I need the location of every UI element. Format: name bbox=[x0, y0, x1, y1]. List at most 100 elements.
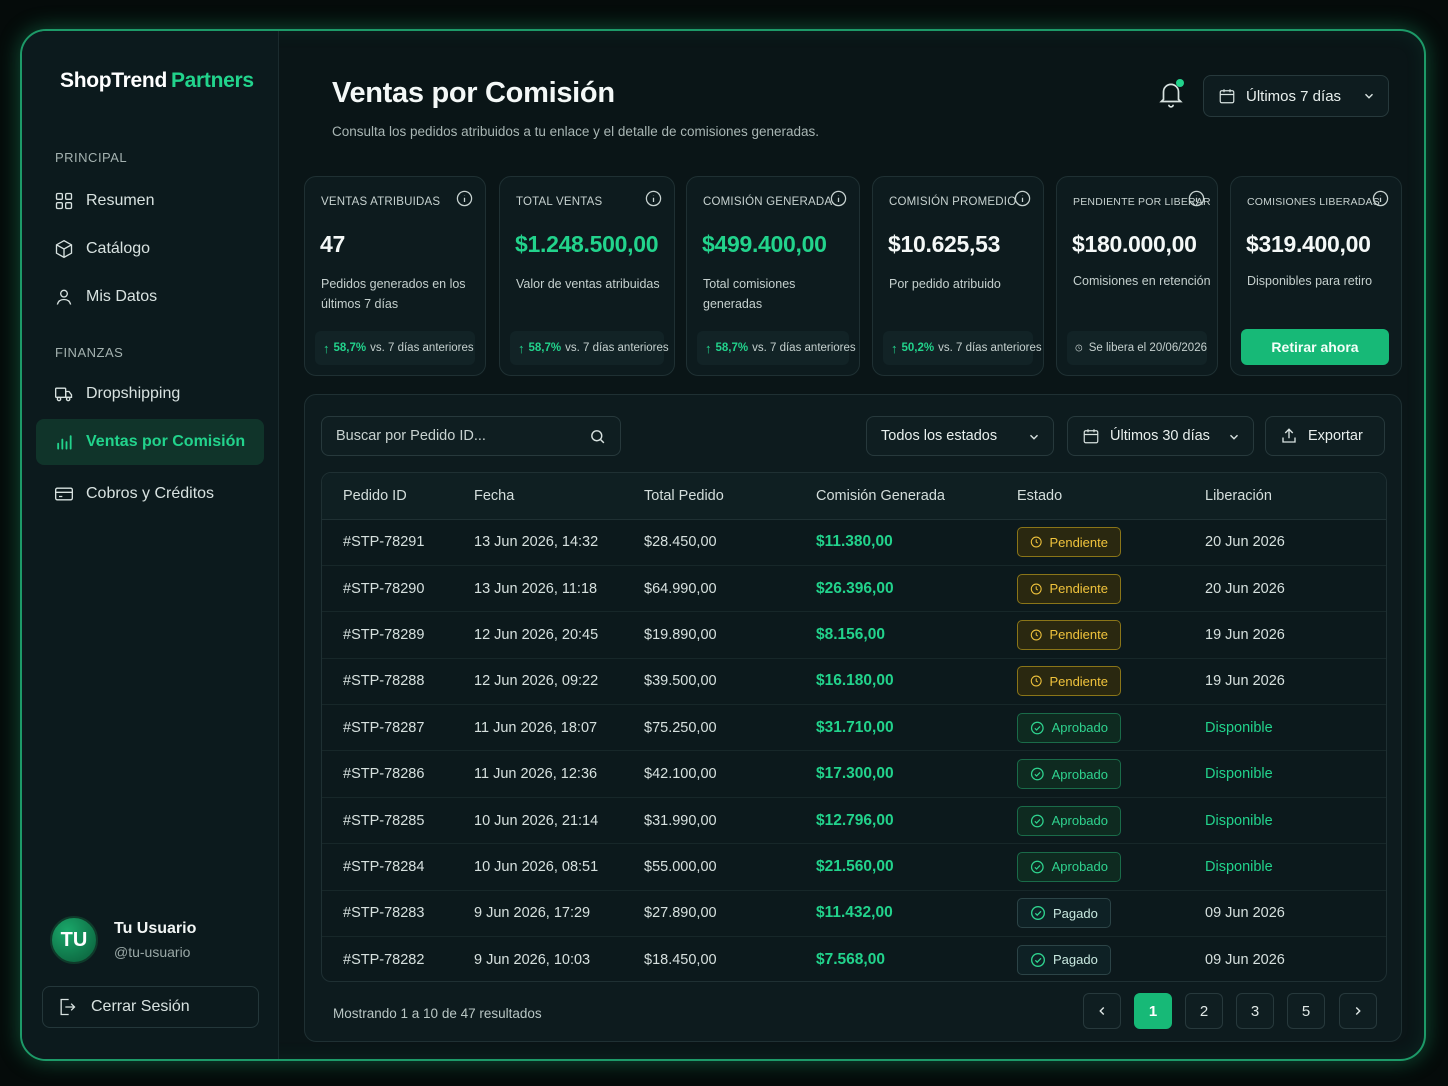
column-header-fecha[interactable]: Fecha bbox=[474, 473, 644, 520]
kpi-description: Comisiones en retención bbox=[1073, 274, 1211, 288]
logout-label: Cerrar Sesión bbox=[91, 998, 190, 1015]
order-id[interactable]: #STP-78283 bbox=[322, 890, 474, 938]
info-icon[interactable] bbox=[645, 190, 662, 207]
table-row[interactable]: #STP-78287 11 Jun 2026, 18:07 $75.250,00 $3… bbox=[322, 704, 1386, 752]
notifications-button[interactable] bbox=[1158, 79, 1186, 111]
kpi-description: Por pedido atribuido bbox=[889, 277, 1001, 291]
table-row[interactable]: #STP-78291 13 Jun 2026, 14:32 $28.450,00 $1… bbox=[322, 519, 1386, 566]
table-row[interactable]: #STP-78286 11 Jun 2026, 12:36 $42.100,00 $1… bbox=[322, 750, 1386, 798]
pagination-prev-button[interactable] bbox=[1083, 993, 1121, 1029]
info-icon[interactable] bbox=[1372, 190, 1389, 207]
sidebar-item-resumen[interactable]: Resumen bbox=[36, 178, 264, 224]
kpi-card-comision-promedio: COMISIÓN PROMEDIO $10.625,53 Por pedido … bbox=[872, 176, 1044, 376]
check-circle-icon bbox=[1030, 767, 1044, 781]
logout-button[interactable]: Cerrar Sesión bbox=[42, 986, 259, 1028]
range-filter-select[interactable]: Últimos 30 días bbox=[1067, 416, 1254, 456]
order-status-cell: Aprobado bbox=[1017, 750, 1205, 798]
order-id[interactable]: #STP-78287 bbox=[322, 704, 474, 752]
clock-icon bbox=[1030, 629, 1042, 641]
bar-chart-icon bbox=[57, 435, 72, 450]
order-commission: $21.560,00 bbox=[816, 843, 1017, 891]
order-release: Disponible bbox=[1205, 797, 1386, 845]
order-id[interactable]: #STP-78285 bbox=[322, 797, 474, 845]
sidebar-item-mis-datos[interactable]: Mis Datos bbox=[36, 274, 264, 320]
order-id[interactable]: #STP-78290 bbox=[322, 565, 474, 613]
order-commission: $8.156,00 bbox=[816, 611, 1017, 659]
column-header-estado[interactable]: Estado bbox=[1017, 473, 1205, 520]
table-row[interactable]: #STP-78283 9 Jun 2026, 17:29 $27.890,00 $11… bbox=[322, 890, 1386, 938]
section-label-principal: PRINCIPAL bbox=[55, 150, 128, 165]
order-date: 12 Jun 2026, 20:45 bbox=[474, 611, 644, 659]
order-release: Disponible bbox=[1205, 843, 1386, 891]
order-id[interactable]: #STP-78288 bbox=[322, 658, 474, 706]
chevron-down-icon bbox=[1230, 434, 1238, 440]
table-row[interactable]: #STP-78289 12 Jun 2026, 20:45 $19.890,00 $8… bbox=[322, 611, 1386, 659]
column-header-pedido-id[interactable]: Pedido ID bbox=[322, 473, 474, 520]
order-release: 09 Jun 2026 bbox=[1205, 951, 1285, 968]
status-filter-select[interactable]: Todos los estados bbox=[866, 416, 1054, 456]
column-header-comision-generada[interactable]: Comisión Generada bbox=[816, 473, 1017, 520]
kpi-card-total-ventas: TOTAL VENTAS $1.248.500,00 Valor de vent… bbox=[499, 176, 675, 376]
pagination-page-1[interactable]: 1 bbox=[1134, 993, 1172, 1029]
sidebar-item-cobros-y-creditos[interactable]: Cobros y Créditos bbox=[36, 471, 264, 517]
order-status-cell: Pendiente bbox=[1017, 565, 1205, 613]
order-id[interactable]: #STP-78284 bbox=[322, 843, 474, 891]
table-row[interactable]: #STP-78288 12 Jun 2026, 09:22 $39.500,00 $1… bbox=[322, 658, 1386, 706]
brand-name: ShopTrend bbox=[60, 69, 167, 92]
pagination-next-button[interactable] bbox=[1339, 993, 1377, 1029]
table-row[interactable]: #STP-78290 13 Jun 2026, 11:18 $64.990,00 $2… bbox=[322, 565, 1386, 613]
status-label: Pendiente bbox=[1049, 673, 1108, 689]
kpi-label: COMISIONES LIBERADAS bbox=[1247, 196, 1380, 208]
withdraw-button[interactable]: Retirar ahora bbox=[1241, 329, 1389, 365]
info-icon[interactable] bbox=[456, 190, 473, 207]
table-row[interactable]: #STP-78285 10 Jun 2026, 21:14 $31.990,00 $1… bbox=[322, 797, 1386, 845]
search-input[interactable] bbox=[336, 428, 576, 444]
order-release: 09 Jun 2026 bbox=[1205, 890, 1386, 938]
pagination-page-2[interactable]: 2 bbox=[1185, 993, 1223, 1029]
brand-logo[interactable]: ShopTrend Partners bbox=[60, 69, 254, 93]
status-badge: Pendiente bbox=[1017, 573, 1121, 604]
kpi-label: COMISIÓN PROMEDIO bbox=[889, 196, 1017, 208]
sidebar-item-dropshipping[interactable]: Dropshipping bbox=[36, 371, 264, 417]
kpi-change-text: vs. 7 días anteriores bbox=[370, 342, 474, 354]
order-id[interactable]: #STP-78289 bbox=[322, 611, 474, 659]
kpi-card-comision-generada: COMISIÓN GENERADA $499.400,00 Total comi… bbox=[686, 176, 860, 376]
date-range-select[interactable]: Últimos 7 días bbox=[1203, 75, 1389, 117]
order-status-cell: Pendiente bbox=[1017, 611, 1205, 659]
kpi-label: COMISIÓN GENERADA bbox=[703, 196, 833, 208]
column-header-total-pedido[interactable]: Total Pedido bbox=[644, 473, 816, 520]
user-profile[interactable]: TU Tu Usuario @tu-usuario bbox=[50, 916, 196, 964]
order-id[interactable]: #STP-78291 bbox=[322, 519, 474, 566]
order-total: $55.000,00 bbox=[644, 843, 816, 891]
date-range-label: Últimos 7 días bbox=[1246, 87, 1342, 105]
table-row[interactable]: #STP-78284 10 Jun 2026, 08:51 $55.000,00 $2… bbox=[322, 843, 1386, 891]
sidebar-item-catalogo[interactable]: Catálogo bbox=[36, 226, 264, 272]
order-release: Disponible bbox=[1205, 704, 1386, 752]
order-id[interactable]: #STP-78282 bbox=[322, 937, 474, 981]
user-handle: @tu-usuario bbox=[114, 944, 191, 960]
info-icon[interactable] bbox=[830, 190, 847, 207]
kpi-label: VENTAS ATRIBUIDAS bbox=[321, 196, 441, 208]
status-badge: Aprobado bbox=[1017, 851, 1121, 882]
pagination-page-5[interactable]: 5 bbox=[1287, 993, 1325, 1029]
kpi-change-text: vs. 7 días anteriores bbox=[752, 342, 856, 354]
kpi-description: Total comisiones generadas bbox=[703, 277, 796, 311]
sidebar-item-ventas-por-comision[interactable]: Ventas por Comisión bbox=[36, 419, 264, 465]
status-label: Pendiente bbox=[1049, 581, 1108, 597]
order-status-cell: Pendiente bbox=[1017, 658, 1205, 706]
order-id[interactable]: #STP-78286 bbox=[322, 750, 474, 798]
column-header-liberacion[interactable]: Liberación bbox=[1205, 473, 1386, 520]
pagination-page-3[interactable]: 3 bbox=[1236, 993, 1274, 1029]
export-button[interactable]: Exportar bbox=[1265, 416, 1385, 456]
kpi-label: TOTAL VENTAS bbox=[516, 196, 603, 208]
table-row[interactable]: #STP-78282 9 Jun 2026, 10:03 $18.450,00 $7.… bbox=[322, 937, 1386, 981]
order-release: Disponible bbox=[1205, 750, 1386, 798]
page-subtitle: Consulta los pedidos atribuidos a tu enl… bbox=[332, 124, 820, 139]
info-icon[interactable] bbox=[1188, 190, 1205, 207]
kpi-change-value: 58,7% bbox=[715, 342, 749, 354]
orders-table: Pedido ID Fecha Total Pedido Comisión Ge… bbox=[321, 472, 1387, 982]
search-icon[interactable] bbox=[589, 428, 606, 445]
status-label: Aprobado bbox=[1051, 859, 1108, 875]
info-icon[interactable] bbox=[1014, 190, 1031, 207]
order-status-cell: Aprobado bbox=[1017, 797, 1205, 845]
